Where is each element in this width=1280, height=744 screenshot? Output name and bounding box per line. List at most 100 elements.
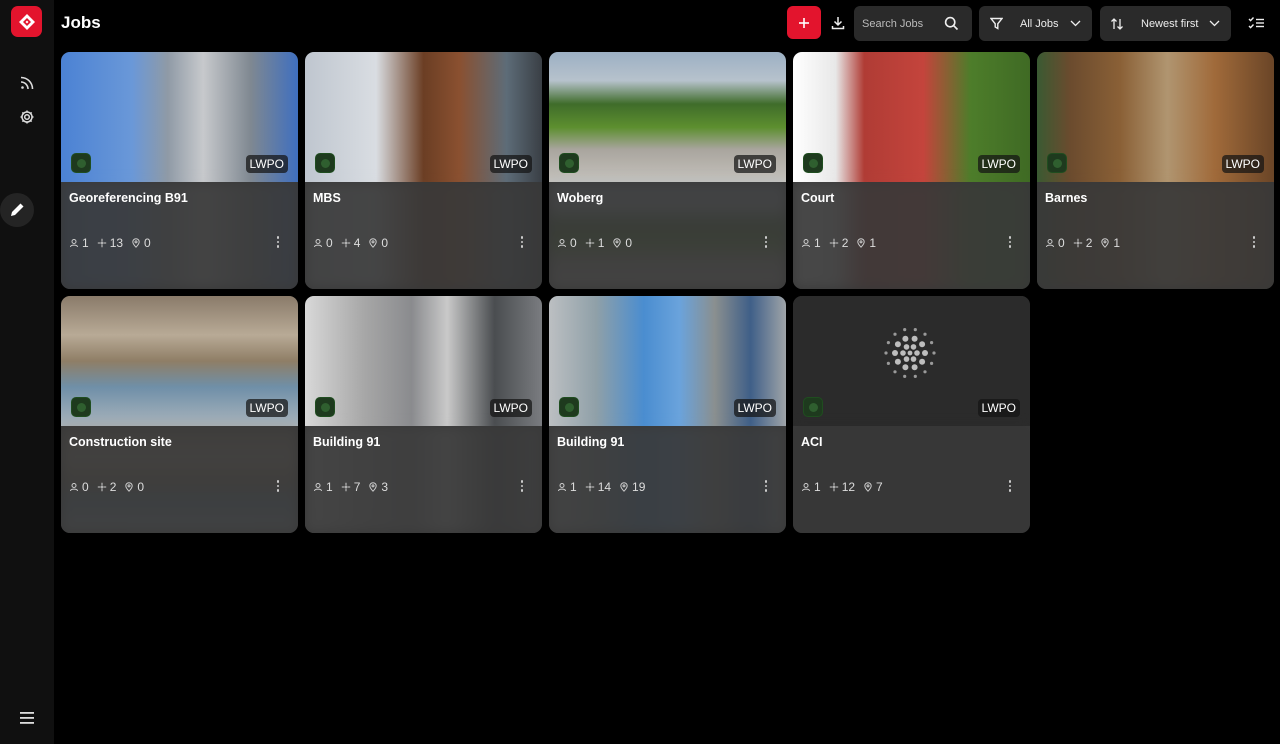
job-card[interactable]: LWPO MBS 0 4 0 — [305, 52, 542, 289]
location-pin-icon — [864, 482, 872, 492]
location-pin-icon — [132, 238, 140, 248]
stat-points: 19 — [619, 480, 645, 494]
points-count: 0 — [625, 236, 633, 250]
members-count: 0 — [326, 236, 333, 250]
sync-status-icon — [559, 153, 579, 173]
scans-count: 12 — [841, 480, 856, 494]
person-icon — [314, 483, 322, 492]
points-count: 19 — [632, 480, 646, 494]
scan-point-icon — [829, 482, 838, 492]
stat-members: 1 — [69, 236, 89, 250]
owner-badge: LWPO — [977, 155, 1020, 173]
more-options-icon[interactable] — [272, 478, 284, 494]
select-mode-button[interactable] — [1244, 11, 1268, 35]
sync-status-icon — [71, 397, 91, 417]
stat-points: 0 — [131, 236, 151, 250]
sync-status-icon — [803, 397, 823, 417]
more-options-icon[interactable] — [516, 478, 528, 494]
points-count: 3 — [381, 480, 389, 494]
scan-point-icon — [585, 482, 594, 492]
job-card[interactable]: LWPO ACI 1 12 7 — [793, 296, 1030, 533]
scans-count: 1 — [597, 236, 605, 250]
job-stats: 0 4 0 — [313, 236, 396, 250]
job-card[interactable]: LWPO Building 91 1 7 3 — [305, 296, 542, 533]
filter-dropdown[interactable]: All Jobs — [979, 6, 1092, 41]
scans-count: 2 — [109, 480, 117, 494]
job-card[interactable]: LWPO Georeferencing B91 1 13 0 — [61, 52, 298, 289]
members-count: 0 — [1058, 236, 1065, 250]
stat-points: 7 — [863, 480, 883, 494]
location-pin-icon — [620, 482, 628, 492]
members-count: 1 — [326, 480, 333, 494]
add-job-button[interactable] — [787, 6, 821, 39]
search-icon[interactable] — [944, 16, 959, 31]
stat-members: 0 — [1045, 236, 1065, 250]
job-title: MBS — [313, 191, 341, 205]
more-options-icon[interactable] — [516, 234, 528, 250]
more-options-icon[interactable] — [760, 478, 772, 494]
filter-funnel-icon — [990, 17, 1003, 30]
search-box[interactable] — [854, 6, 972, 41]
stat-scans: 1 — [585, 236, 605, 250]
search-input[interactable] — [862, 17, 944, 30]
edit-button[interactable] — [0, 193, 34, 227]
job-title: Barnes — [1045, 191, 1088, 205]
points-count: 1 — [1113, 236, 1121, 250]
page-title: Jobs — [61, 13, 101, 32]
stat-points: 0 — [124, 480, 144, 494]
filter-label: All Jobs — [1020, 17, 1059, 30]
owner-badge: LWPO — [1221, 155, 1264, 173]
members-count: 1 — [814, 236, 821, 250]
stat-scans: 12 — [829, 480, 855, 494]
points-count: 7 — [876, 480, 883, 494]
sort-label: Newest first — [1141, 17, 1199, 30]
more-options-icon[interactable] — [760, 234, 772, 250]
scan-point-icon — [341, 238, 350, 248]
more-options-icon[interactable] — [1004, 478, 1016, 494]
stat-scans: 13 — [97, 236, 123, 250]
points-count: 0 — [381, 236, 389, 250]
more-options-icon[interactable] — [1248, 234, 1260, 250]
person-icon — [558, 239, 566, 248]
job-stats: 1 13 0 — [69, 236, 159, 250]
job-title: ACI — [801, 435, 823, 449]
menu-hamburger-icon[interactable] — [15, 706, 39, 730]
members-count: 1 — [82, 236, 89, 250]
more-options-icon[interactable] — [272, 234, 284, 250]
job-stats: 1 12 7 — [801, 480, 891, 494]
download-button[interactable] — [826, 11, 850, 35]
owner-badge: LWPO — [733, 155, 776, 173]
person-icon — [70, 239, 78, 248]
app-logo[interactable] — [11, 6, 42, 37]
location-pin-icon — [369, 238, 378, 248]
person-icon — [314, 239, 322, 248]
sync-status-icon — [315, 153, 335, 173]
job-title: Building 91 — [557, 435, 625, 449]
more-options-icon[interactable] — [1004, 234, 1016, 250]
feed-icon[interactable] — [15, 71, 39, 95]
job-card[interactable]: LWPO Barnes 0 2 1 — [1037, 52, 1274, 289]
sync-status-icon — [803, 153, 823, 173]
scan-point-icon — [97, 238, 106, 248]
members-count: 0 — [570, 236, 577, 250]
job-stats: 0 2 1 — [1045, 236, 1128, 250]
scans-count: 4 — [353, 236, 361, 250]
job-card[interactable]: LWPO Construction site 0 2 0 — [61, 296, 298, 533]
job-card[interactable]: LWPO Woberg 0 1 0 — [549, 52, 786, 289]
stat-scans: 2 — [97, 480, 117, 494]
location-pin-icon — [613, 238, 622, 248]
sync-status-icon — [559, 397, 579, 417]
scans-count: 2 — [1085, 236, 1093, 250]
job-stats: 0 1 0 — [557, 236, 640, 250]
scans-count: 13 — [109, 236, 124, 250]
settings-gear-icon[interactable] — [15, 105, 39, 129]
scan-point-icon — [97, 482, 106, 492]
location-pin-icon — [1101, 238, 1110, 248]
stat-members: 1 — [801, 480, 821, 494]
stat-points: 0 — [368, 236, 388, 250]
job-card[interactable]: LWPO Building 91 1 14 19 — [549, 296, 786, 533]
sort-dropdown[interactable]: Newest first — [1100, 6, 1231, 41]
stat-points: 1 — [856, 236, 876, 250]
stat-scans: 2 — [829, 236, 848, 250]
job-card[interactable]: LWPO Court 1 2 1 — [793, 52, 1030, 289]
